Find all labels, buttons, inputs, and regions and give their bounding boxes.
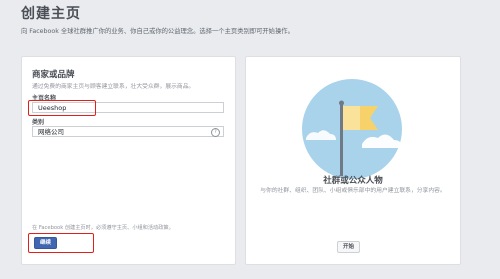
policy-note: 在 Facebook 创建主页时，必须遵守主页、小组和活动政策。 bbox=[32, 225, 174, 231]
category-value: 网络公司 bbox=[38, 128, 64, 136]
question-circle-icon[interactable]: ? bbox=[211, 128, 220, 137]
business-card-title: 商家或品牌 bbox=[32, 70, 75, 80]
category-label: 类别 bbox=[32, 119, 45, 126]
business-card-description: 通过免费的商家主页与顾客建立联系，壮大受众群，展示商品。 bbox=[32, 84, 195, 90]
community-card: 社群或公众人物 与你的社群、组织、团队、小组或俱乐部中的用户建立联系，分享内容。… bbox=[245, 56, 461, 265]
highlight-box-continue bbox=[28, 233, 94, 253]
flag-illustration bbox=[302, 79, 402, 179]
start-button[interactable]: 开始 bbox=[337, 241, 360, 253]
community-card-description: 与你的社群、组织、团队、小组或俱乐部中的用户建立联系，分享内容。 bbox=[260, 188, 446, 194]
community-card-title: 社群或公众人物 bbox=[323, 176, 383, 186]
highlight-box-page-name bbox=[28, 100, 96, 116]
category-input[interactable]: 网络公司 ? bbox=[32, 126, 224, 137]
page-title: 创建主页 bbox=[21, 6, 81, 22]
business-card: 商家或品牌 通过免费的商家主页与顾客建立联系，壮大受众群，展示商品。 主页名称 … bbox=[21, 56, 236, 265]
page-subtitle: 向 Facebook 全球社群推广你的业务、你自己或你的公益理念。选择一个主页类… bbox=[21, 28, 294, 35]
